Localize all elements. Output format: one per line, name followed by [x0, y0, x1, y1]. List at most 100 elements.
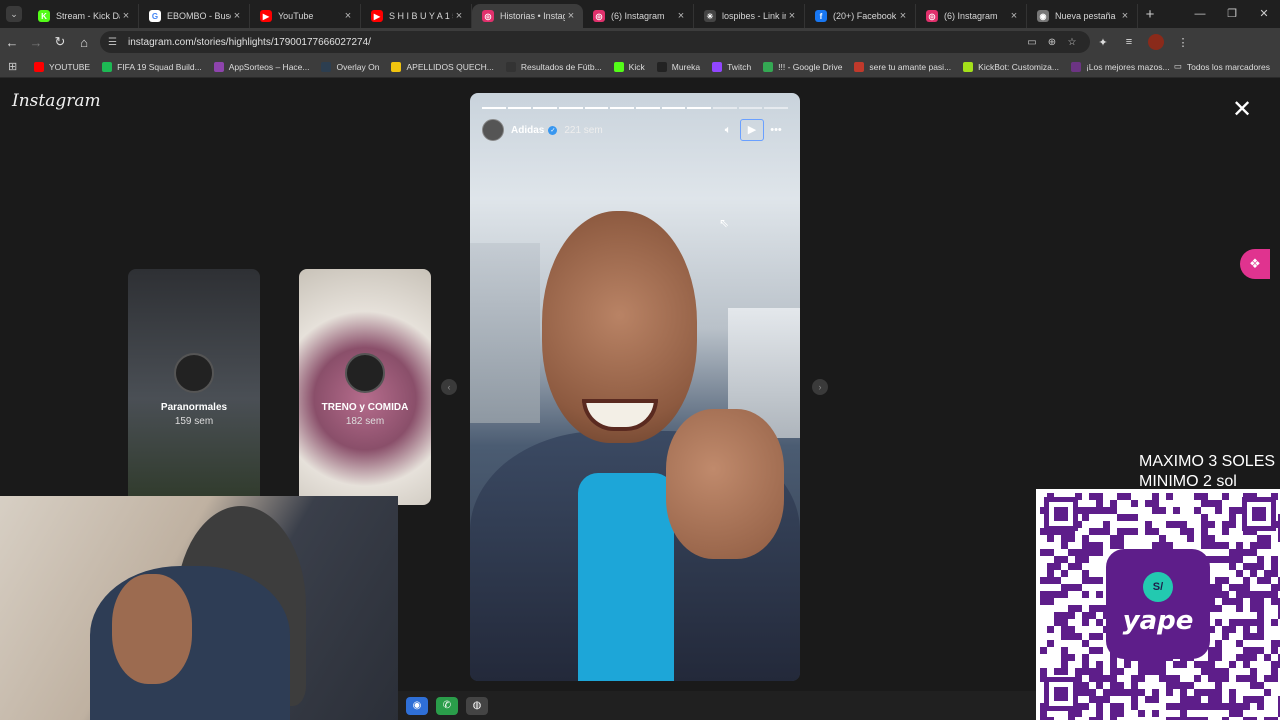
restore-icon[interactable]: ❐ [1216, 0, 1248, 28]
cast-icon[interactable]: ▭ [1022, 37, 1042, 48]
url-text: instagram.com/stories/highlights/1790017… [128, 36, 371, 48]
zoom-icon[interactable]: ⊕ [1042, 37, 1062, 48]
tab-close-icon[interactable]: × [786, 10, 798, 22]
bookmark-item[interactable]: Mureka [656, 61, 700, 72]
webcam-overlay [0, 496, 398, 720]
bookmark-item[interactable]: APELLIDOS QUECH... [391, 61, 494, 72]
browser-tab-2[interactable]: ▶ YouTube × [250, 4, 361, 28]
chrome-icon: ◉ [1037, 10, 1049, 22]
bookmark-label: FIFA 19 Squad Build... [117, 61, 202, 72]
bookmark-item[interactable]: ¡Los mejores mazos... [1070, 61, 1170, 72]
bookmark-item[interactable]: Resultados de Fútb... [505, 61, 602, 72]
bookmark-item[interactable]: FIFA 19 Squad Build... [102, 61, 202, 72]
address-bar[interactable]: ☰ instagram.com/stories/highlights/17900… [100, 31, 1090, 53]
bookmark-favicon-icon [321, 61, 332, 72]
bookmark-item[interactable]: YOUTUBE [34, 61, 91, 72]
story-progress-segment [584, 107, 609, 109]
kick-icon: K [38, 10, 50, 22]
browser-tab-8[interactable]: ◎ (6) Instagram × [916, 4, 1027, 28]
browser-tab-1[interactable]: G EBOMBO - Buscar× [139, 4, 250, 28]
bookmark-label: Twitch [727, 61, 752, 72]
highlight-name: Paranormales [160, 402, 228, 413]
youtube-icon: ▶ [260, 10, 272, 22]
browser-tab-7[interactable]: f (20+) Facebook × [805, 4, 916, 28]
reload-button[interactable]: ↻ [48, 34, 72, 50]
tab-title: S H I B U Y A 1 5 [389, 11, 453, 21]
volume-icon[interactable]: 🔈︎ [716, 124, 740, 137]
tab-close-icon[interactable]: × [231, 10, 243, 22]
facebook-icon: f [815, 10, 827, 22]
tab-search-icon[interactable]: ⌄ [6, 6, 22, 22]
browser-tab-5[interactable]: ◎ (6) Instagram × [583, 4, 694, 28]
floating-extension-icon[interactable]: ❖ [1240, 249, 1270, 279]
play-icon[interactable]: ▶ [740, 119, 764, 141]
instagram-logo[interactable]: Instagram [12, 91, 101, 111]
site-settings-icon[interactable]: ☰ [108, 37, 122, 48]
bookmark-label: Kick [628, 61, 645, 72]
chrome-taskbar-icon[interactable]: ◉ [406, 696, 428, 715]
instagram-icon: ◎ [593, 10, 605, 22]
story-username[interactable]: Adidas [511, 125, 544, 136]
highlight-card-paranormales[interactable]: Paranormales 159 sem [128, 269, 260, 505]
obs-taskbar-icon[interactable]: ◍ [466, 696, 488, 715]
instagram-icon: ◎ [926, 10, 938, 22]
tab-close-icon[interactable]: × [342, 10, 354, 22]
tab-close-icon[interactable]: × [1008, 10, 1020, 22]
browser-tab-4[interactable]: ◎ Historias • Instagram× [472, 4, 583, 28]
home-button[interactable]: ⌂ [72, 35, 96, 50]
story-progress-segment [636, 107, 660, 109]
browser-tab-9[interactable]: ◉ Nueva pestaña × [1027, 4, 1138, 28]
tab-close-icon[interactable]: × [897, 10, 909, 22]
story-progress-segment [610, 107, 635, 109]
minimize-icon[interactable]: — [1184, 0, 1216, 28]
all-bookmarks-label: Todos los marcadores [1186, 61, 1270, 72]
browser-menu-icon[interactable]: ⋮ [1170, 36, 1196, 49]
back-button[interactable]: ← [0, 35, 24, 50]
highlight-name: TRENO y COMIDA [321, 402, 409, 413]
reading-list-icon[interactable]: ≡ [1116, 36, 1142, 48]
tab-close-icon[interactable]: × [675, 10, 687, 22]
browser-tab-0[interactable]: K Stream - Kick Dashboard× [28, 4, 139, 28]
tab-strip: KStream - Kick Dashboard×GEBOMBO - Busca… [28, 0, 1138, 28]
next-story-button[interactable]: › [812, 379, 828, 395]
bookmark-label: !!! - Google Drive [778, 61, 843, 72]
apps-grid-icon[interactable]: ⊞ [8, 60, 20, 73]
browser-tab-6[interactable]: ✳ lospibes - Link in bio× [694, 4, 805, 28]
highlight-card-treno-y-comida[interactable]: TRENO y COMIDA 182 sem [299, 269, 431, 505]
bookmark-item[interactable]: Kick [613, 61, 645, 72]
bookmark-item[interactable]: KickBot: Customiza... [963, 61, 1059, 72]
bookmark-list: YOUTUBE FIFA 19 Squad Build... AppSorteos … [34, 61, 1182, 72]
bookmark-item[interactable]: !!! - Google Drive [763, 61, 843, 72]
window-controls: — ❐ ✕ [1184, 0, 1280, 28]
bookmark-label: Resultados de Fútb... [520, 61, 602, 72]
close-icon[interactable]: ✕ [1232, 95, 1252, 124]
tab-close-icon[interactable]: × [453, 10, 465, 22]
bookmark-item[interactable]: sere tu amante pasi... [854, 61, 951, 72]
profile-avatar[interactable] [1148, 34, 1164, 50]
new-tab-button[interactable]: + [1138, 6, 1162, 23]
browser-tab-3[interactable]: ▶ S H I B U Y A 1 5 × [361, 4, 472, 28]
whatsapp-taskbar-icon[interactable]: ✆ [436, 696, 458, 715]
story-frame[interactable]: Adidas ✓ 221 sem 🔈︎ ▶ ••• [470, 93, 800, 681]
donation-max: MAXIMO 3 SOLES [1139, 453, 1276, 470]
bookmark-label: YOUTUBE [49, 61, 91, 72]
avatar[interactable] [482, 119, 504, 141]
tab-close-icon[interactable]: × [120, 10, 132, 22]
extensions-icon[interactable]: ✦ [1090, 36, 1116, 49]
tab-title: EBOMBO - Buscar [167, 11, 231, 21]
tab-close-icon[interactable]: × [565, 10, 577, 22]
story-progress-segment [482, 107, 506, 109]
story-header: Adidas ✓ 221 sem 🔈︎ ▶ ••• [482, 119, 788, 141]
bookmark-star-icon[interactable]: ☆ [1062, 37, 1082, 48]
bookmark-item[interactable]: Twitch [712, 61, 752, 72]
all-bookmarks-button[interactable]: ▭ Todos los marcadores [1174, 61, 1270, 72]
forward-button[interactable]: → [24, 35, 48, 50]
bookmark-item[interactable]: AppSorteos – Hace... [213, 61, 309, 72]
bookmark-item[interactable]: Overlay On [321, 61, 379, 72]
tab-close-icon[interactable]: × [1119, 10, 1131, 22]
previous-story-button[interactable]: ‹ [441, 379, 457, 395]
bookmark-favicon-icon [763, 61, 774, 72]
more-options-icon[interactable]: ••• [764, 124, 788, 136]
tab-title: Stream - Kick Dashboard [56, 11, 120, 21]
close-window-icon[interactable]: ✕ [1248, 0, 1280, 28]
